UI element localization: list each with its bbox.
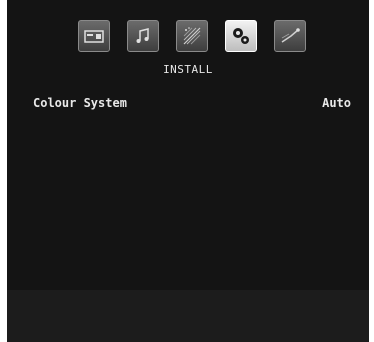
tab-picture[interactable] — [78, 20, 110, 52]
source-icon — [281, 28, 300, 43]
sound-icon — [136, 28, 149, 43]
menu-title: INSTALL — [163, 63, 213, 76]
setting-label: Colour System — [33, 96, 127, 110]
bottom-band — [7, 290, 369, 342]
colour-system-row[interactable]: Colour System Auto — [33, 96, 351, 110]
install-icon — [233, 28, 249, 44]
picture-icon — [84, 30, 104, 43]
tab-feature[interactable] — [176, 20, 208, 52]
tv-menu-screen: INSTALL Colour System Auto — [7, 0, 369, 342]
tab-source[interactable] — [274, 20, 306, 52]
feature-icon — [183, 27, 201, 45]
tab-sound[interactable] — [127, 20, 159, 52]
tab-install[interactable] — [225, 20, 257, 52]
setting-value: Auto — [322, 96, 351, 110]
